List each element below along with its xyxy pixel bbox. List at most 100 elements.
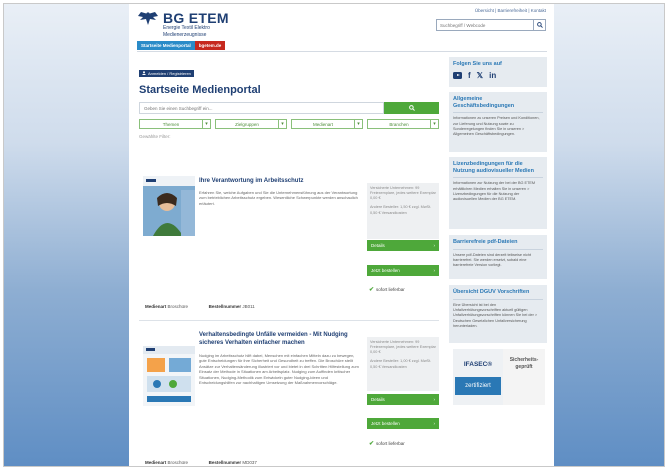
order-number-value: MD037 <box>242 460 257 465</box>
price-info: Versicherte Unternehmen: 99 Freiexemplar… <box>367 183 439 239</box>
product-cover-image[interactable] <box>143 176 195 236</box>
availability-label: sofort lieferbar <box>376 441 405 446</box>
media-type-label: Medienart <box>145 460 167 465</box>
details-label: Details <box>371 397 385 402</box>
product-divider <box>139 320 439 321</box>
top-links[interactable]: Übersicht | Barrierefreiheit | Kontakt <box>475 8 546 13</box>
ifasec-badge: IFASEC® zertifiziert <box>453 349 503 405</box>
dguv-box: Übersicht DGUV Vorschriften Eine Übersic… <box>449 285 547 343</box>
pdf-text: Unsere pdf-Dateien sind derzeit teilweis… <box>453 252 532 268</box>
main-content: Anmelden / Registrieren Startseite Medie… <box>139 62 439 139</box>
search-icon <box>536 22 543 28</box>
pdf-title[interactable]: Barrierefreie pdf-Dateien <box>453 239 543 246</box>
chevron-down-icon: ▾ <box>278 120 286 128</box>
site-search <box>436 19 546 31</box>
product-cover-image[interactable] <box>143 346 195 406</box>
price-members: Versicherte Unternehmen: 99 Freiexemplar… <box>370 340 436 355</box>
pdf-box: Barrierefreie pdf-Dateien Unsere pdf-Dat… <box>449 235 547 279</box>
seal-certified: zertifiziert <box>455 377 501 395</box>
price-others: Andere Besteller: 1,00 € zzgl. MwSt. 0,5… <box>370 359 432 369</box>
filter-branchen[interactable]: Branchen ▾ <box>367 119 439 129</box>
availability: ✔ sofort lieferbar <box>369 440 405 447</box>
seal-name: IFASEC® <box>463 361 493 368</box>
brand-subtitle-1: Energie Textil Elektro <box>163 25 210 31</box>
product-search-button[interactable] <box>384 102 439 114</box>
social-box: Folgen Sie uns auf f 𝕏 in <box>449 57 547 87</box>
chevron-right-icon: › <box>433 243 436 248</box>
social-title: Folgen Sie uns auf <box>453 61 502 67</box>
media-type-value: Broschüre <box>167 460 189 465</box>
login-button[interactable]: Anmelden / Registrieren <box>139 69 194 77</box>
active-filters-label: Gewählte Filter: <box>139 134 171 139</box>
filter-themen[interactable]: Themen ▾ <box>139 119 211 129</box>
main-nav: Startseite Medienportal bgetem.de <box>137 41 226 50</box>
price-info: Versicherte Unternehmen: 99 Freiexemplar… <box>367 337 439 391</box>
availability: ✔ sofort lieferbar <box>369 286 405 293</box>
chevron-right-icon: › <box>433 421 436 426</box>
youtube-icon[interactable] <box>453 72 462 80</box>
product-description: Nudging im Arbeitsschutz hilft dabei, Me… <box>199 353 359 385</box>
media-type-label: Medienart <box>145 304 167 309</box>
order-button[interactable]: Jetzt bestellen › <box>367 418 439 429</box>
brand-subtitle-2: Medienerzeugnisse <box>163 31 207 38</box>
license-box: Lizenzbedingungen für die Nutzung audiov… <box>449 157 547 229</box>
product-meta: Medienart Broschüre Bestellnummer JB011 <box>145 304 255 309</box>
eagle-logo-icon <box>137 11 159 27</box>
nav-tab-medienportal[interactable]: Startseite Medienportal <box>137 41 195 50</box>
chevron-right-icon: › <box>433 268 436 273</box>
chevron-right-icon: › <box>433 397 436 402</box>
product-search-input[interactable] <box>139 102 384 114</box>
site-search-button[interactable] <box>533 20 545 30</box>
browser-frame: BG ETEM Energie Textil Elektro Medienerz… <box>3 3 665 467</box>
license-text: Informationen zur Nutzung der bei der BG… <box>453 181 536 202</box>
x-twitter-icon[interactable]: 𝕏 <box>477 71 483 80</box>
linkedin-icon[interactable]: in <box>489 71 496 80</box>
filter-label: Branchen <box>389 121 409 127</box>
filter-medienart[interactable]: Medienart ▾ <box>291 119 363 129</box>
license-title[interactable]: Lizenzbedingungen für die Nutzung audiov… <box>453 161 543 174</box>
page-title: Startseite Medienportal <box>139 84 261 96</box>
brand-name: BG ETEM <box>163 10 229 26</box>
filter-label: Medienart <box>312 121 333 127</box>
ifasec-seal: IFASEC® zertifiziert Sicherheits-geprüft <box>453 349 545 405</box>
order-button[interactable]: Jetzt bestellen › <box>367 265 439 276</box>
order-label: Jetzt bestellen <box>371 421 400 426</box>
dguv-text: Eine Übersicht ist bei den Unfallverhütu… <box>453 302 538 328</box>
details-button[interactable]: Details › <box>367 240 439 251</box>
order-label: Jetzt bestellen <box>371 268 400 273</box>
site-search-input[interactable] <box>437 20 533 30</box>
product-title[interactable]: Verhaltensbedingte Unfälle vermeiden - M… <box>199 332 367 347</box>
filter-bar: Themen ▾ Zielgruppen ▾ Medienart ▾ Branchen… <box>139 119 439 129</box>
chevron-down-icon: ▾ <box>202 120 210 128</box>
bg-etem-logo[interactable]: BG ETEM Energie Textil Elektro Medienerz… <box>137 11 229 38</box>
agb-text: Informationen zu unseren Preisen und Kon… <box>453 116 540 137</box>
seal-checked: Sicherheits-geprüft <box>503 349 545 405</box>
user-icon <box>142 71 146 75</box>
order-number-label: Bestellnummer <box>208 460 242 465</box>
filter-zielgruppen[interactable]: Zielgruppen ▾ <box>215 119 287 129</box>
login-label: Anmelden / Registrieren <box>148 70 191 76</box>
filter-label: Themen <box>162 121 180 127</box>
check-icon: ✔ <box>369 441 375 447</box>
order-number-label: Bestellnummer <box>208 304 242 309</box>
header-divider <box>137 51 547 52</box>
check-icon: ✔ <box>369 287 375 293</box>
dguv-title[interactable]: Übersicht DGUV Vorschriften <box>453 289 543 296</box>
product-meta: Medienart Broschüre Bestellnummer MD037 <box>145 460 257 465</box>
nav-tab-bgetem[interactable]: bgetem.de <box>194 41 226 50</box>
search-icon <box>408 105 415 111</box>
social-links: f 𝕏 in <box>453 71 543 80</box>
agb-title[interactable]: Allgemeine Geschäftsbedingungen <box>453 96 543 109</box>
facebook-icon[interactable]: f <box>468 71 471 80</box>
page-container: BG ETEM Energie Textil Elektro Medienerz… <box>129 4 554 466</box>
filter-label: Zielgruppen <box>235 121 259 127</box>
order-number-value: JB011 <box>242 304 255 309</box>
chevron-down-icon: ▾ <box>430 120 438 128</box>
media-type-value: Broschüre <box>167 304 189 309</box>
product-title[interactable]: Ihre Verantwortung im Arbeitsschutz <box>199 178 364 186</box>
price-others: Andere Besteller: 1,50 € zzgl. MwSt. 0,5… <box>370 205 432 215</box>
details-button[interactable]: Details › <box>367 394 439 405</box>
chevron-down-icon: ▾ <box>354 120 362 128</box>
agb-box: Allgemeine Geschäftsbedingungen Informat… <box>449 92 547 152</box>
product-description: Erfahren Sie, welche Aufgaben und Sie di… <box>199 190 358 206</box>
